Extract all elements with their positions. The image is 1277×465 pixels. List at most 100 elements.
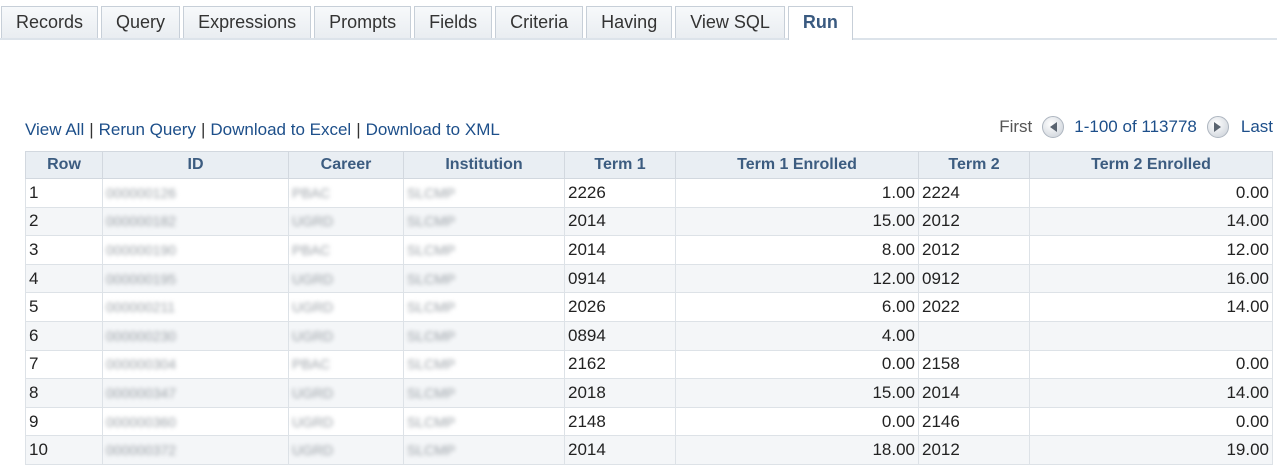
column-header-career[interactable]: Career (288, 151, 404, 179)
cell-term1: 0914 (564, 263, 676, 294)
cell-id: 000000230 (102, 320, 289, 351)
table-body: 1 000000126 PBAC SLCMP 2226 1.00 2224 0.00 2 0000… (25, 178, 1273, 465)
redacted-value: 000000347 (106, 384, 177, 401)
cell-term2: 2012 (918, 206, 1030, 237)
cell-id: 000000126 (102, 178, 289, 208)
cell-term1: 0894 (564, 320, 676, 351)
redacted-value: SLCMP (407, 184, 456, 201)
redacted-value: SLCMP (407, 442, 456, 459)
redacted-value: UGRD (292, 299, 334, 316)
result-actions: View All | Rerun Query | Download to Excel | D… (25, 120, 500, 140)
redacted-value: UGRD (292, 327, 334, 344)
cell-term2: 2158 (918, 349, 1030, 380)
cell-row: 3 (25, 235, 103, 265)
redacted-value: UGRD (292, 270, 334, 287)
cell-row: 2 (25, 206, 103, 237)
column-header-term2[interactable]: Term 2 (918, 151, 1030, 179)
cell-term2: 2012 (918, 235, 1030, 265)
tab-having[interactable]: Having (586, 6, 673, 38)
tab-bar: Records Query Expressions Prompts Fields Crit… (0, 6, 1277, 40)
table-row: 2 000000182 UGRD SLCMP 2014 15.00 2012 14.00 (25, 206, 1273, 237)
cell-term1-enrolled: 4.00 (675, 320, 919, 351)
column-header-id[interactable]: ID (102, 151, 289, 179)
cell-institution: SLCMP (403, 378, 565, 408)
redacted-value: SLCMP (407, 384, 456, 401)
column-header-institution[interactable]: Institution (403, 151, 565, 179)
cell-term2: 2022 (918, 292, 1030, 322)
table-row: 9 000000360 UGRD SLCMP 2148 0.00 2146 0.00 (25, 406, 1273, 437)
download-excel-link[interactable]: Download to Excel (210, 120, 351, 139)
tab-records[interactable]: Records (1, 6, 99, 38)
separator: | (356, 120, 361, 139)
cell-career: UGRD (288, 320, 404, 351)
table-row: 1 000000126 PBAC SLCMP 2226 1.00 2224 0.00 (25, 178, 1273, 208)
cell-career: UGRD (288, 406, 404, 437)
pager-range: 1-100 of 113778 (1074, 117, 1197, 136)
cell-term1: 2014 (564, 206, 676, 237)
tab-prompts[interactable]: Prompts (314, 6, 412, 38)
cell-institution: SLCMP (403, 263, 565, 294)
rerun-query-link[interactable]: Rerun Query (99, 120, 196, 139)
cell-term2-enrolled: 19.00 (1029, 435, 1273, 465)
cell-term2: 0912 (918, 263, 1030, 294)
chevron-left-icon[interactable] (1042, 116, 1065, 138)
cell-term1-enrolled: 0.00 (675, 349, 919, 380)
redacted-value: SLCMP (407, 299, 456, 316)
cell-institution: SLCMP (403, 406, 565, 437)
tab-expressions[interactable]: Expressions (183, 6, 312, 38)
tab-criteria[interactable]: Criteria (495, 6, 584, 38)
redacted-value: 000000372 (106, 442, 177, 459)
cell-term1-enrolled: 0.00 (675, 406, 919, 437)
tab-view-sql[interactable]: View SQL (675, 6, 785, 38)
chevron-right-icon[interactable] (1206, 116, 1229, 138)
tab-fields[interactable]: Fields (414, 6, 493, 38)
cell-term2-enrolled: 12.00 (1029, 235, 1273, 265)
cell-career: PBAC (288, 178, 404, 208)
view-all-link[interactable]: View All (25, 120, 84, 139)
redacted-value: SLCMP (407, 213, 456, 230)
cell-term1-enrolled: 8.00 (675, 235, 919, 265)
cell-term2-enrolled: 14.00 (1029, 292, 1273, 322)
column-header-term1-enrolled[interactable]: Term 1 Enrolled (675, 151, 919, 179)
redacted-value: SLCMP (407, 270, 456, 287)
redacted-value: 000000190 (106, 241, 177, 258)
download-xml-link[interactable]: Download to XML (366, 120, 500, 139)
redacted-value: 000000195 (106, 270, 177, 287)
cell-id: 000000182 (102, 206, 289, 237)
cell-career: UGRD (288, 263, 404, 294)
cell-career: UGRD (288, 206, 404, 237)
cell-row: 1 (25, 178, 103, 208)
cell-term1-enrolled: 18.00 (675, 435, 919, 465)
cell-term2-enrolled (1029, 320, 1273, 351)
separator: | (200, 120, 206, 139)
cell-term2: 2014 (918, 378, 1030, 408)
table-row: 8 000000347 UGRD SLCMP 2018 15.00 2014 14.00 (25, 378, 1273, 408)
cell-term1: 2026 (564, 292, 676, 322)
table-header-row: Row ID Career Institution Term 1 Term 1 … (25, 151, 1273, 179)
tab-run[interactable]: Run (787, 6, 853, 40)
cell-term1: 2014 (564, 435, 676, 465)
cell-term2-enrolled: 0.00 (1029, 178, 1273, 208)
cell-id: 000000360 (102, 406, 289, 437)
cell-term1-enrolled: 15.00 (675, 206, 919, 237)
cell-career: UGRD (288, 378, 404, 408)
table-row: 4 000000195 UGRD SLCMP 0914 12.00 0912 16.00 (25, 263, 1273, 294)
redacted-value: PBAC (292, 184, 331, 201)
column-header-term2-enrolled[interactable]: Term 2 Enrolled (1029, 151, 1273, 179)
redacted-value: PBAC (292, 241, 331, 258)
cell-career: PBAC (288, 349, 404, 380)
cell-term1: 2018 (564, 378, 676, 408)
redacted-value: 000000182 (106, 213, 177, 230)
column-header-row[interactable]: Row (25, 151, 103, 179)
redacted-value: UGRD (292, 384, 334, 401)
results-table: Row ID Career Institution Term 1 Term 1 … (25, 151, 1273, 465)
tab-query[interactable]: Query (101, 6, 181, 38)
cell-id: 000000304 (102, 349, 289, 380)
table-row: 5 000000211 UGRD SLCMP 2026 6.00 2022 14.00 (25, 292, 1273, 322)
cell-row: 5 (25, 292, 103, 322)
column-header-term1[interactable]: Term 1 (564, 151, 676, 179)
redacted-value: UGRD (292, 413, 334, 430)
cell-term2: 2012 (918, 435, 1030, 465)
pager-last[interactable]: Last (1241, 117, 1273, 137)
cell-row: 7 (25, 349, 103, 380)
